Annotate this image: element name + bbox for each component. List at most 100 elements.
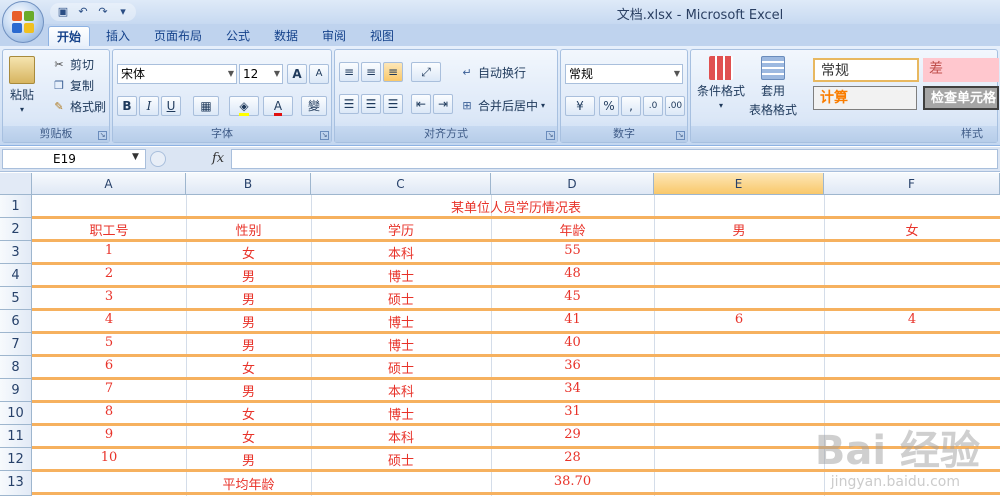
tab-formulas[interactable]: 公式 xyxy=(218,26,258,46)
data-cell[interactable]: 男 xyxy=(186,335,311,354)
row-header[interactable]: 4 xyxy=(0,264,32,287)
data-cell[interactable]: 博士 xyxy=(311,312,491,331)
shrink-font-button[interactable]: A xyxy=(309,64,329,84)
row-header[interactable]: 8 xyxy=(0,356,32,379)
decrease-indent-button[interactable]: ⇤ xyxy=(411,94,431,114)
data-cell[interactable]: 4 xyxy=(32,312,186,327)
column-header-c[interactable]: C xyxy=(311,173,491,195)
header-cell[interactable]: 学历 xyxy=(311,220,491,239)
data-cell[interactable]: 7 xyxy=(32,381,186,396)
style-check-cell[interactable]: 检查单元格 xyxy=(923,86,999,110)
data-cell[interactable]: 女 xyxy=(186,404,311,423)
name-box-dropdown-icon[interactable]: ▼ xyxy=(132,152,139,162)
column-header-d[interactable]: D xyxy=(491,173,654,195)
formula-expand-icon[interactable] xyxy=(150,151,166,167)
font-color-button[interactable]: A xyxy=(263,96,293,116)
tab-view[interactable]: 视图 xyxy=(362,26,402,46)
header-cell[interactable]: 男 xyxy=(654,220,824,239)
style-normal[interactable]: 常规 xyxy=(813,58,919,82)
row-header[interactable]: 7 xyxy=(0,333,32,356)
name-box[interactable]: E19 xyxy=(2,149,146,169)
data-cell[interactable]: 48 xyxy=(491,266,654,281)
format-as-table-button[interactable]: 套用 表格格式 xyxy=(749,56,797,118)
merge-center-button[interactable]: ⊞ 合并后居中 ▾ xyxy=(459,97,545,114)
data-cell[interactable]: 55 xyxy=(491,243,654,258)
cut-button[interactable]: ✂ 剪切 xyxy=(51,56,94,73)
average-value-cell[interactable]: 38.70 xyxy=(491,474,654,489)
align-left-button[interactable]: ☰ xyxy=(339,94,359,114)
currency-button[interactable]: ¥ xyxy=(565,96,595,116)
number-launcher-icon[interactable]: ↘ xyxy=(676,131,685,140)
style-bad[interactable]: 差 xyxy=(923,58,999,82)
data-cell[interactable]: 31 xyxy=(491,404,654,419)
tab-home[interactable]: 开始 xyxy=(48,26,90,46)
data-cell[interactable]: 4 xyxy=(824,312,1000,327)
tab-data[interactable]: 数据 xyxy=(266,26,306,46)
data-cell[interactable]: 6 xyxy=(32,358,186,373)
data-cell[interactable]: 8 xyxy=(32,404,186,419)
data-cell[interactable]: 硕士 xyxy=(311,289,491,308)
column-header-f[interactable]: F xyxy=(824,173,1000,195)
align-center-button[interactable]: ☰ xyxy=(361,94,381,114)
column-header-e[interactable]: E xyxy=(654,173,824,195)
percent-button[interactable]: % xyxy=(599,96,619,116)
paste-dropdown-icon[interactable]: ▾ xyxy=(20,105,24,114)
row-header[interactable]: 5 xyxy=(0,287,32,310)
number-format-combo[interactable]: 常规 ▼ xyxy=(565,64,683,84)
wrap-text-button[interactable]: ↵ 自动换行 xyxy=(459,64,526,81)
data-cell[interactable]: 女 xyxy=(186,427,311,446)
increase-decimal-button[interactable]: .0 xyxy=(643,96,663,116)
data-cell[interactable]: 6 xyxy=(654,312,824,327)
paste-button[interactable]: 粘贴 ▾ xyxy=(9,56,35,114)
copy-button[interactable]: ❐ 复制 xyxy=(51,77,94,94)
style-calculation[interactable]: 计算 xyxy=(813,86,917,110)
sheet-title-cell[interactable]: 某单位人员学历情况表 xyxy=(32,197,1000,216)
orientation-button[interactable]: ⤢ xyxy=(411,62,441,82)
data-cell[interactable]: 34 xyxy=(491,381,654,396)
data-cell[interactable]: 41 xyxy=(491,312,654,327)
average-label-cell[interactable]: 平均年龄 xyxy=(186,474,311,493)
data-cell[interactable]: 男 xyxy=(186,381,311,400)
data-cell[interactable]: 本科 xyxy=(311,243,491,262)
header-cell[interactable]: 年龄 xyxy=(491,220,654,239)
data-cell[interactable]: 29 xyxy=(491,427,654,442)
data-cell[interactable]: 1 xyxy=(32,243,186,258)
data-cell[interactable]: 硕士 xyxy=(311,450,491,469)
column-header-b[interactable]: B xyxy=(186,173,311,195)
data-cell[interactable]: 36 xyxy=(491,358,654,373)
comma-button[interactable]: , xyxy=(621,96,641,116)
data-cell[interactable]: 男 xyxy=(186,289,311,308)
data-cell[interactable]: 10 xyxy=(32,450,186,465)
row-header[interactable]: 12 xyxy=(0,448,32,471)
alignment-launcher-icon[interactable]: ↘ xyxy=(546,131,555,140)
data-cell[interactable]: 男 xyxy=(186,266,311,285)
row-header[interactable]: 13 xyxy=(0,471,32,496)
decrease-decimal-button[interactable]: .00 xyxy=(665,96,685,116)
tab-insert[interactable]: 插入 xyxy=(98,26,138,46)
header-cell[interactable]: 性别 xyxy=(186,220,311,239)
font-name-combo[interactable]: 宋体 ▼ xyxy=(117,64,237,84)
data-cell[interactable]: 45 xyxy=(491,289,654,304)
align-top-button[interactable]: ≡ xyxy=(339,62,359,82)
header-cell[interactable]: 女 xyxy=(824,220,1000,239)
align-bottom-button[interactable]: ≡ xyxy=(383,62,403,82)
tab-page-layout[interactable]: 页面布局 xyxy=(146,26,210,46)
data-cell[interactable]: 硕士 xyxy=(311,358,491,377)
data-cell[interactable]: 40 xyxy=(491,335,654,350)
data-cell[interactable]: 28 xyxy=(491,450,654,465)
fill-color-button[interactable]: ◈ xyxy=(229,96,259,116)
tab-review[interactable]: 审阅 xyxy=(314,26,354,46)
row-header[interactable]: 6 xyxy=(0,310,32,333)
data-cell[interactable]: 博士 xyxy=(311,404,491,423)
bold-button[interactable]: B xyxy=(117,96,137,116)
header-cell[interactable]: 职工号 xyxy=(32,220,186,239)
data-cell[interactable]: 5 xyxy=(32,335,186,350)
formula-input[interactable] xyxy=(231,149,998,169)
clipboard-launcher-icon[interactable]: ↘ xyxy=(98,131,107,140)
row-header[interactable]: 2 xyxy=(0,218,32,241)
data-cell[interactable]: 本科 xyxy=(311,381,491,400)
data-cell[interactable]: 男 xyxy=(186,450,311,469)
column-header-a[interactable]: A xyxy=(32,173,186,195)
row-header[interactable]: 1 xyxy=(0,195,32,218)
font-size-combo[interactable]: 12 ▼ xyxy=(239,64,283,84)
